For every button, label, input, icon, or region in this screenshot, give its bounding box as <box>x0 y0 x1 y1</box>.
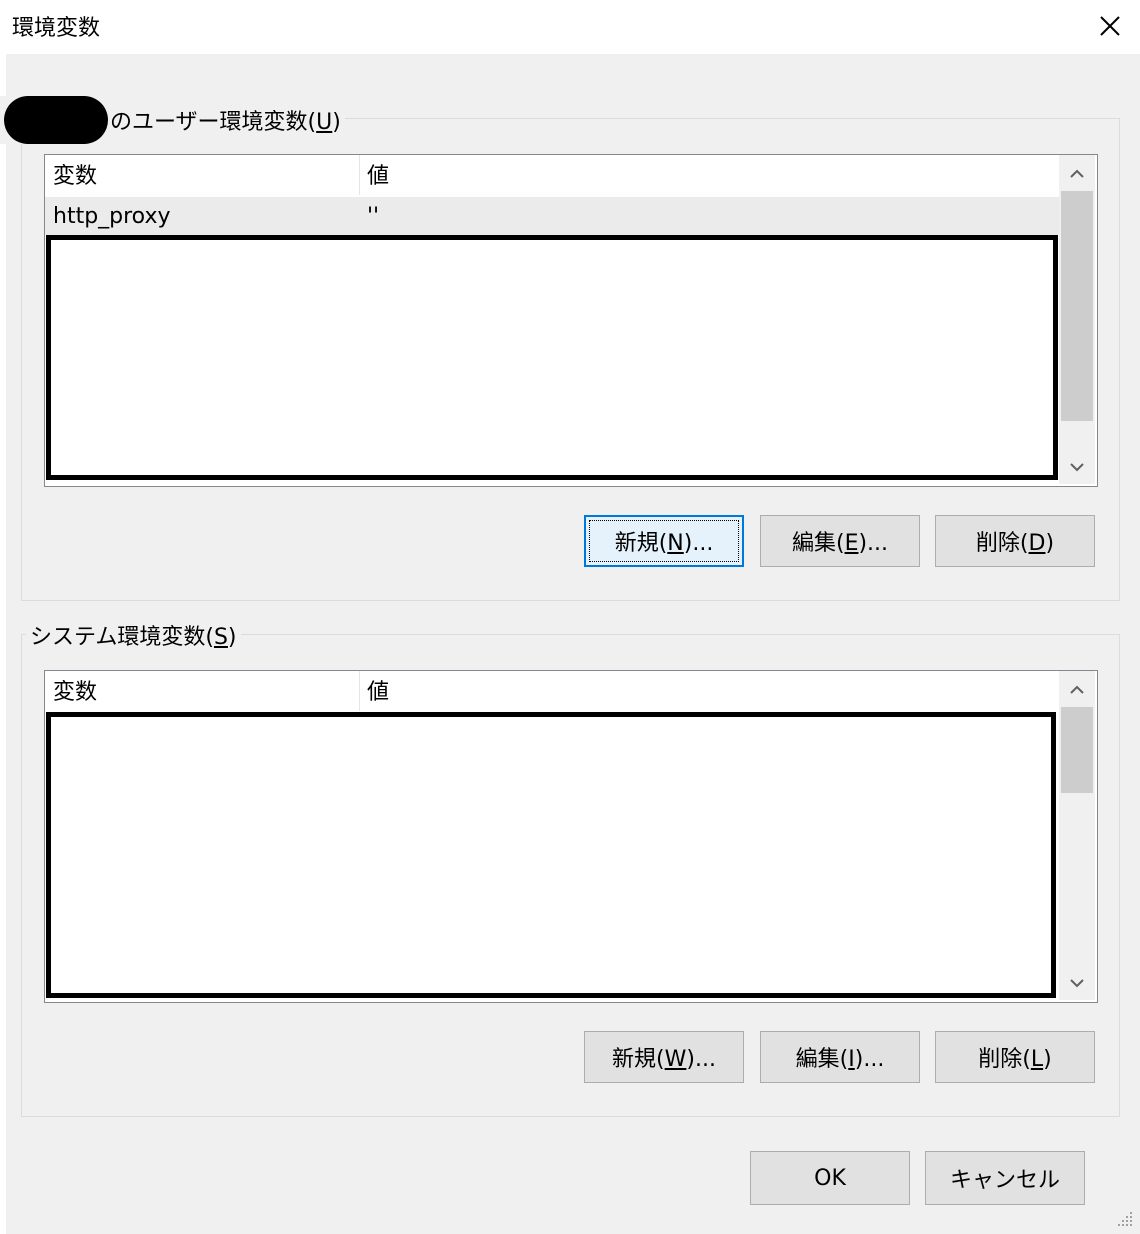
chevron-down-icon <box>1070 463 1084 472</box>
chevron-down-icon <box>1070 979 1084 988</box>
system-edit-button[interactable]: 編集(I)... <box>760 1031 920 1083</box>
user-variables-legend: のユーザー環境変数(U) <box>0 96 345 144</box>
system-variables-legend: システム環境変数(S) <box>26 620 241 650</box>
variable-cell: http_proxy <box>53 204 171 229</box>
system-new-button[interactable]: 新規(W)... <box>584 1031 744 1083</box>
ok-button[interactable]: OK <box>750 1151 910 1205</box>
user-delete-button[interactable]: 削除(D) <box>935 515 1095 567</box>
scroll-thumb[interactable] <box>1061 707 1093 793</box>
system-variables-list[interactable]: 変数 値 <box>44 670 1098 1003</box>
resize-grip-icon[interactable] <box>1116 1210 1134 1228</box>
chevron-up-icon <box>1070 169 1084 178</box>
scroll-thumb[interactable] <box>1061 191 1093 421</box>
cancel-button[interactable]: キャンセル <box>925 1151 1085 1205</box>
system-delete-button[interactable]: 削除(L) <box>935 1031 1095 1083</box>
scroll-down-button[interactable] <box>1059 966 1095 1000</box>
redacted-username <box>4 96 108 144</box>
user-variables-list[interactable]: 変数 値 http_proxy '' <box>44 154 1098 487</box>
dialog-client-area: のユーザー環境変数(U) 変数 値 http_proxy '' 新規(N)...… <box>0 54 1140 1234</box>
close-icon <box>1100 16 1120 36</box>
chevron-up-icon <box>1070 685 1084 694</box>
column-header-variable[interactable]: 変数 <box>45 671 359 711</box>
user-edit-button[interactable]: 編集(E)... <box>760 515 920 567</box>
close-button[interactable] <box>1090 6 1130 46</box>
user-variables-label: のユーザー環境変数(U) <box>110 110 341 135</box>
column-header-value[interactable]: 値 <box>359 671 1059 711</box>
vertical-scrollbar[interactable] <box>1059 671 1095 1000</box>
column-header-variable[interactable]: 変数 <box>45 155 359 195</box>
table-row[interactable]: http_proxy '' <box>45 197 1059 235</box>
redacted-region <box>46 235 1058 480</box>
system-variables-label: システム環境変数(S) <box>30 625 237 650</box>
list-header: 変数 値 <box>45 671 1059 711</box>
title-bar: 環境変数 <box>0 0 1140 52</box>
redacted-region <box>46 712 1056 998</box>
value-cell: '' <box>367 204 380 229</box>
list-header: 変数 値 <box>45 155 1059 195</box>
vertical-scrollbar[interactable] <box>1059 155 1095 484</box>
scroll-up-button[interactable] <box>1059 157 1095 191</box>
scroll-up-button[interactable] <box>1059 673 1095 707</box>
window-title: 環境変数 <box>12 16 101 41</box>
scroll-down-button[interactable] <box>1059 450 1095 484</box>
column-header-value[interactable]: 値 <box>359 155 1059 195</box>
user-new-button[interactable]: 新規(N)... <box>584 515 744 567</box>
